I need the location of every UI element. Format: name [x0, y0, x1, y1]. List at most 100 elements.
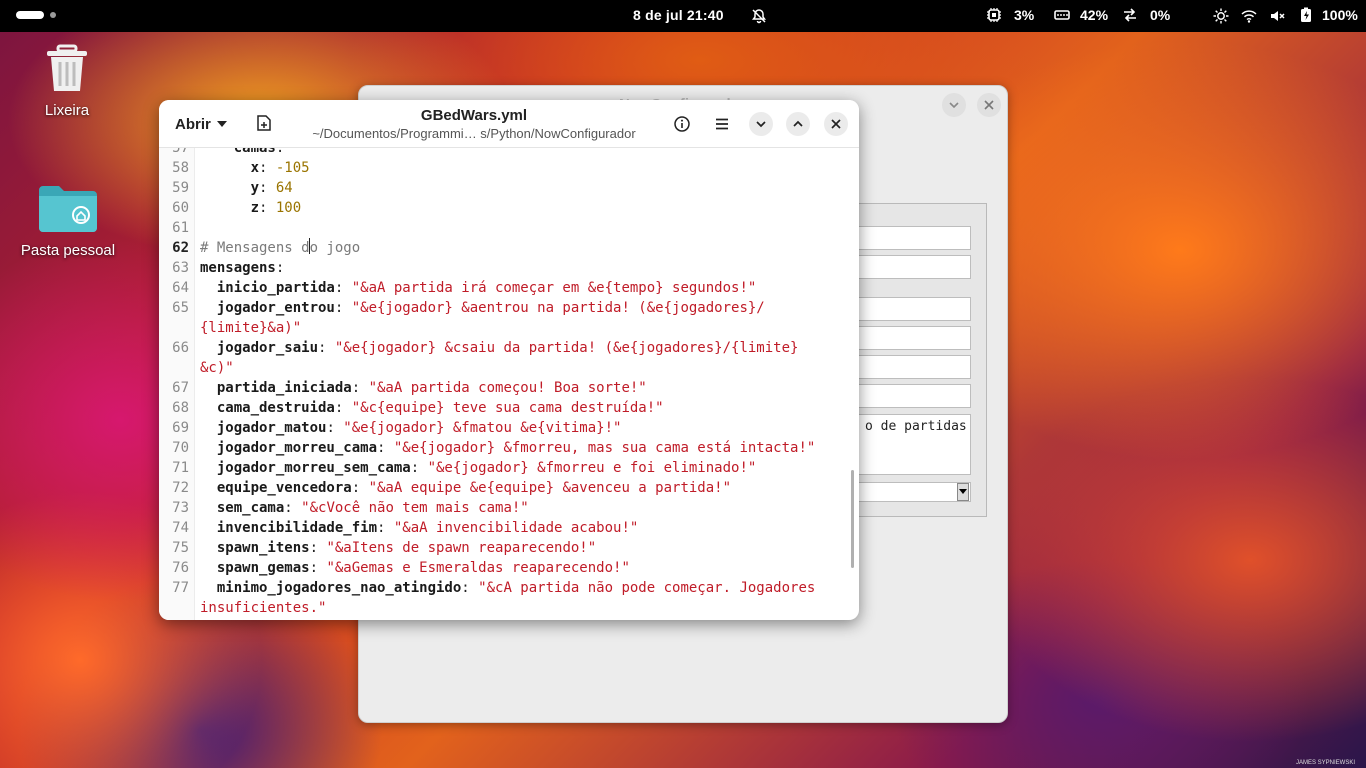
maximize-button[interactable]: [786, 112, 810, 136]
line-number: 63: [172, 260, 189, 276]
workspace-indicator-active[interactable]: [16, 11, 44, 19]
yaml-key: inicio_partida: [200, 280, 335, 296]
yaml-string: "&aA partida começou! Boa sorte!": [368, 380, 647, 396]
yaml-number: 100: [275, 200, 302, 216]
text-field[interactable]: [857, 355, 971, 379]
combo-dropdown-button[interactable]: [957, 483, 969, 501]
line-number: 75: [172, 540, 189, 556]
line-number: 67: [172, 380, 189, 396]
text-field[interactable]: [857, 297, 971, 321]
line-number: 76: [172, 560, 189, 576]
memory-indicator[interactable]: 42%: [1054, 7, 1108, 23]
text-field[interactable]: [857, 326, 971, 350]
top-bar: 8 de jul 21:40 3% 42% 0% 100%: [0, 0, 1366, 32]
yaml-separator: :: [334, 300, 352, 316]
activities-button[interactable]: [16, 11, 56, 19]
yaml-separator: :: [284, 500, 302, 516]
line-number: 59: [172, 180, 189, 196]
yaml-string: "&aItens de spawn reaparecendo!": [326, 540, 597, 556]
clock[interactable]: 8 de jul 21:40: [633, 7, 724, 23]
line-number: 74: [172, 520, 189, 536]
yaml-separator: :: [410, 460, 428, 476]
cpu-icon: [987, 8, 1001, 22]
yaml-separator: :: [351, 380, 369, 396]
open-button-label: Abrir: [175, 115, 211, 133]
wallpaper-credit: JAMES SYPNIEWSKI: [1296, 760, 1356, 766]
notifications-muted-icon[interactable]: [751, 8, 767, 24]
yaml-string: "&e{jogador} &csaiu da partida! (&e{joga…: [334, 340, 799, 356]
yaml-separator: :: [275, 148, 285, 156]
close-button[interactable]: [977, 93, 1001, 117]
yaml-separator: :: [461, 580, 479, 596]
desktop-trash[interactable]: Lixeira: [12, 44, 122, 119]
yaml-string: "&aGemas e Esmeraldas reaparecendo!": [326, 560, 630, 576]
close-icon: [984, 100, 994, 110]
line-number: 65: [172, 300, 189, 316]
yaml-string: "&e{jogador} &fmorreu, mas sua cama está…: [393, 440, 816, 456]
minimize-button[interactable]: [749, 112, 773, 136]
combo-box[interactable]: [857, 482, 971, 502]
yaml-separator: :: [309, 560, 327, 576]
document-info-button[interactable]: [670, 112, 694, 136]
line-number: 73: [172, 500, 189, 516]
battery-charging-icon: [1301, 7, 1311, 22]
volume-muted-icon[interactable]: [1269, 8, 1285, 24]
text-editor-window[interactable]: Abrir GBedWars.yml ~/Documentos/Programm…: [159, 100, 859, 620]
open-button[interactable]: Abrir: [167, 110, 235, 138]
line-number: 68: [172, 400, 189, 416]
yaml-string: "&cVocê não tem mais cama!": [301, 500, 529, 516]
yaml-separator: :: [377, 440, 394, 456]
yaml-key: z: [200, 200, 260, 216]
chevron-down-icon: [756, 121, 766, 128]
battery-indicator[interactable]: 100%: [1298, 7, 1358, 23]
yaml-comment: o jogo: [309, 240, 361, 256]
yaml-separator: :: [334, 400, 352, 416]
wifi-icon[interactable]: [1241, 8, 1257, 24]
desktop-home-folder-label: Pasta pessoal: [20, 242, 116, 259]
line-number: 72: [172, 480, 189, 496]
line-number: 70: [172, 440, 189, 456]
yaml-separator: :: [318, 340, 335, 356]
text-field[interactable]: [857, 384, 971, 408]
line-number: 71: [172, 460, 189, 476]
memory-icon: [1054, 10, 1070, 20]
workspace-indicator[interactable]: [50, 12, 56, 18]
yaml-separator: :: [259, 200, 276, 216]
yaml-separator: :: [259, 160, 276, 176]
brightness-icon[interactable]: [1213, 8, 1229, 24]
cpu-indicator[interactable]: 3%: [986, 7, 1034, 23]
code-view[interactable]: 57 camas: 58 x: -105 59 y: 64 60 z: 100 …: [159, 148, 859, 620]
new-document-icon[interactable]: [255, 114, 273, 132]
network-indicator[interactable]: 0%: [1122, 7, 1170, 23]
yaml-key: mensagens: [200, 260, 276, 276]
network-transfer-icon: [1124, 8, 1136, 22]
yaml-key: camas: [200, 148, 276, 156]
yaml-key: spawn_gemas: [200, 560, 310, 576]
close-button[interactable]: [824, 112, 848, 136]
desktop-home-folder[interactable]: Pasta pessoal: [13, 184, 123, 259]
minimize-button[interactable]: [942, 93, 966, 117]
yaml-separator: :: [309, 540, 327, 556]
line-number: 61: [172, 220, 189, 236]
yaml-string: "&aA equipe &e{equipe} &avenceu a partid…: [368, 480, 732, 496]
document-title: GBedWars.yml: [420, 107, 528, 124]
line-number: 64: [172, 280, 189, 296]
line-number: 58: [172, 160, 189, 176]
yaml-string: "&cA partida não pode começar. Jogadores: [478, 580, 816, 596]
line-number: 60: [172, 200, 189, 216]
line-number: 57: [172, 148, 189, 156]
main-menu-button[interactable]: [710, 112, 734, 136]
yaml-string: "&e{jogador} &aentrou na partida! (&e{jo…: [351, 300, 765, 316]
hamburger-menu-icon: [716, 118, 728, 130]
text-field[interactable]: [857, 255, 971, 279]
line-number: 66: [172, 340, 189, 356]
yaml-key: x: [200, 160, 260, 176]
home-folder-icon: [39, 186, 97, 232]
text-area-content: o de partidas: [865, 419, 967, 434]
yaml-key: equipe_vencedora: [200, 480, 352, 496]
vertical-scrollbar[interactable]: [851, 470, 854, 568]
yaml-string: "&aA partida irá começar em &e{tempo} se…: [351, 280, 757, 296]
yaml-key: jogador_saiu: [200, 340, 319, 356]
desktop-trash-label: Lixeira: [44, 102, 90, 119]
text-field[interactable]: [857, 226, 971, 250]
